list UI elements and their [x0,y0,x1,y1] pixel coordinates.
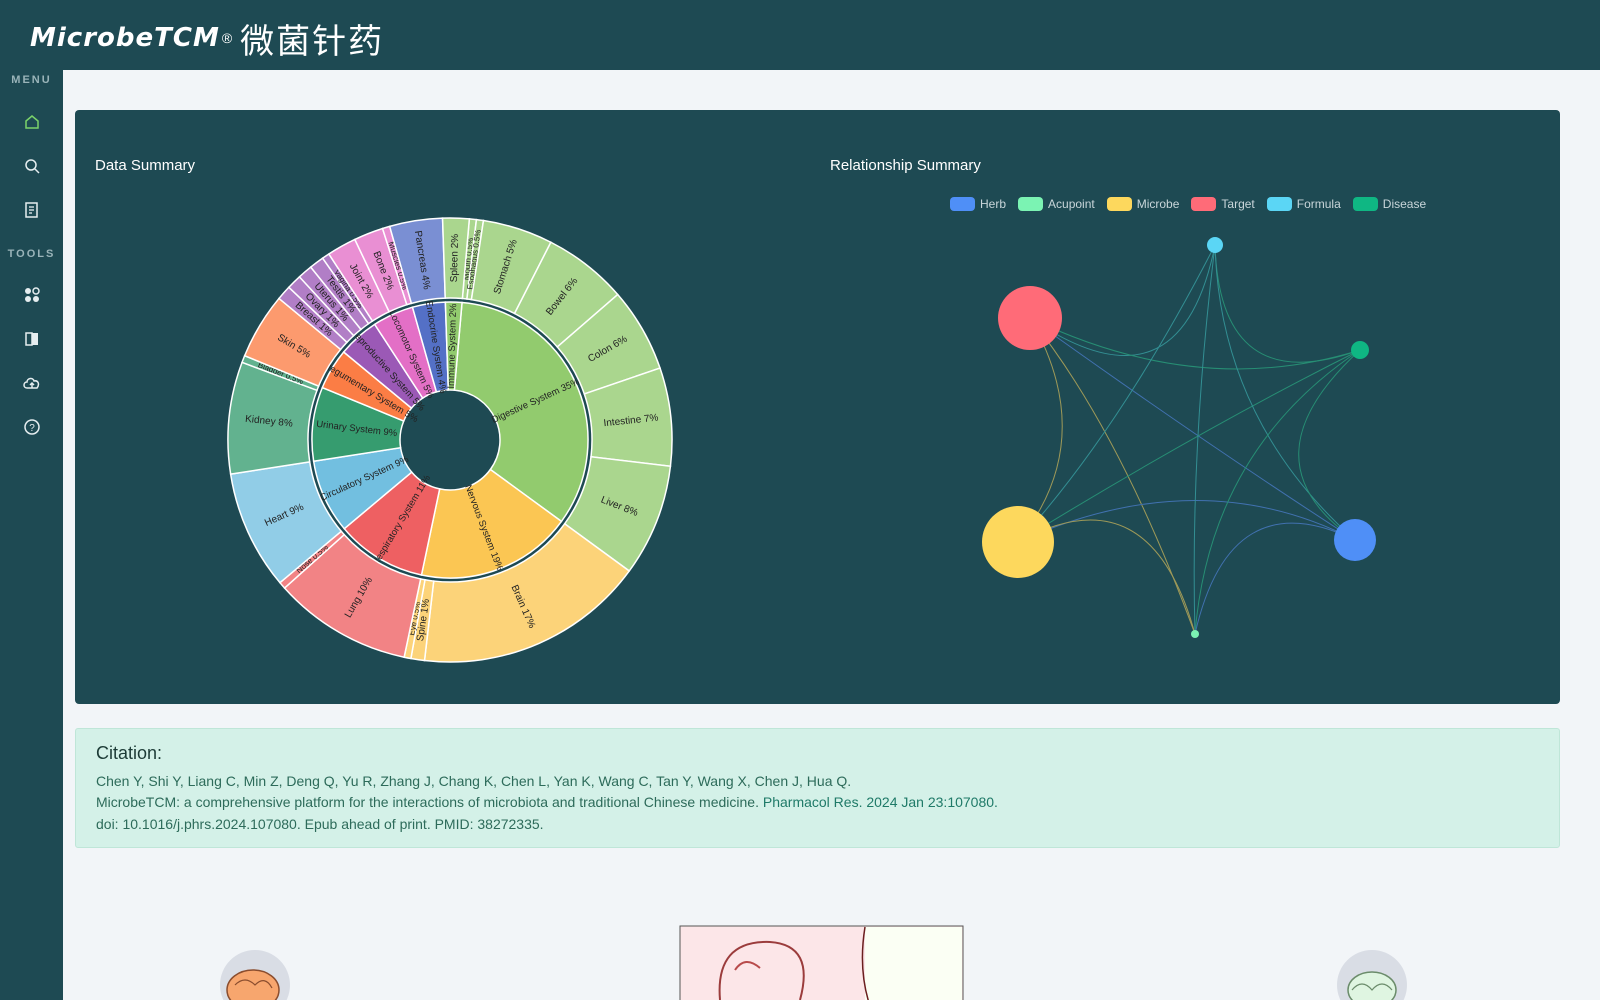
graph-edge [1194,522,1356,635]
graph-edge [1298,349,1361,541]
bottom-illustrations [220,925,1407,1000]
graph-edge [1029,317,1356,541]
graph-node-disease [1351,341,1369,359]
citation-box: Citation: Chen Y, Shi Y, Liang C, Min Z,… [75,728,1560,848]
citation-journal: Pharmacol Res. 2024 Jan 23:107080. [762,794,998,810]
citation-authors: Chen Y, Shi Y, Liang C, Min Z, Deng Q, Y… [96,773,852,789]
citation-doi[interactable]: doi: 10.1016/j.phrs.2024.107080. Epub ah… [96,816,544,832]
graph-edge [1029,244,1216,356]
anatomy-illustration-center [679,925,964,1000]
citation-title: Citation: [96,743,163,763]
citation-article: MicrobeTCM: a comprehensive platform for… [96,794,759,810]
organ-illustration-left [220,950,290,1000]
graph-node-acupoint [1191,630,1199,638]
graph-edge [1214,244,1356,541]
relationship-graph[interactable] [0,0,1600,1000]
graph-edge [1193,244,1216,635]
graph-node-target [998,286,1062,350]
graph-edge [1017,349,1361,543]
graph-node-formula [1207,237,1223,253]
graph-edge [1214,244,1361,363]
citation-article-line: MicrobeTCM: a comprehensive platform for… [96,794,998,810]
graph-edge [1017,244,1216,543]
organ-illustration-right [1337,950,1407,1000]
graph-node-herb [1334,519,1376,561]
graph-node-microbe [982,506,1054,578]
